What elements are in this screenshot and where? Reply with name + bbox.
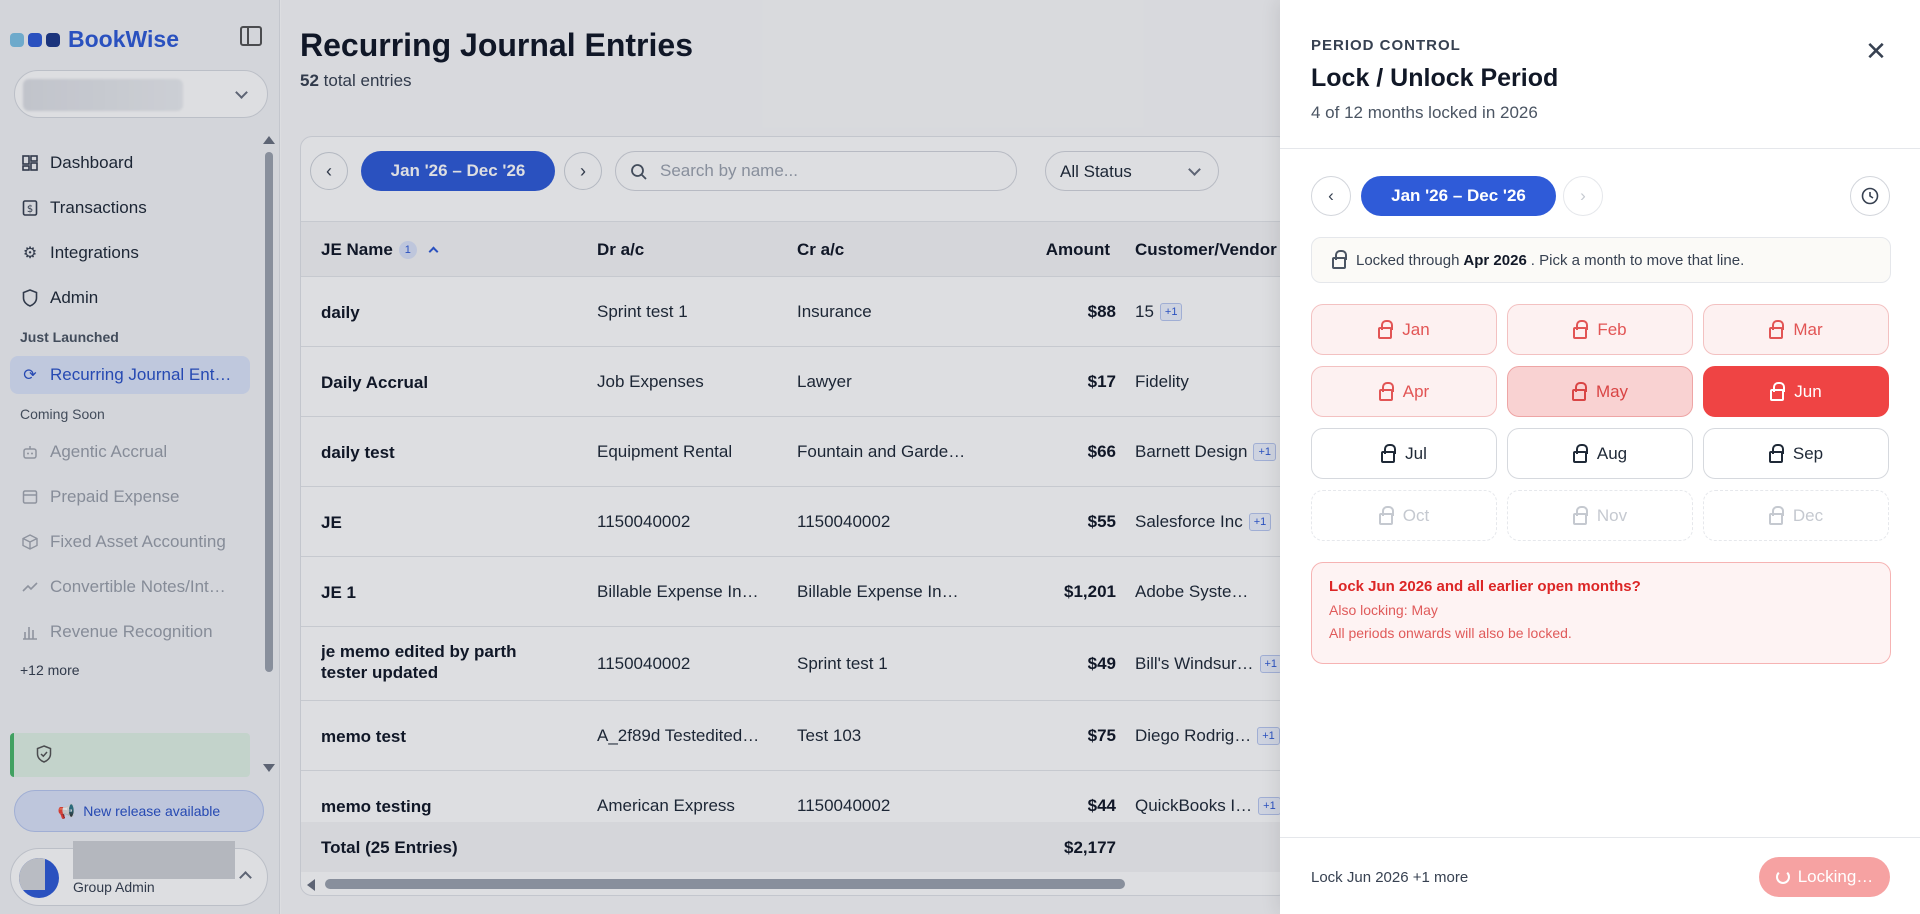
lock-icon — [1768, 505, 1784, 525]
clock-icon — [1861, 187, 1879, 205]
spinner-icon — [1775, 870, 1790, 884]
month-label: Sep — [1792, 443, 1824, 463]
chevron-left-icon: ‹ — [1328, 186, 1334, 205]
month-label: Oct — [1402, 505, 1430, 525]
lock-icon — [1770, 381, 1786, 401]
month-label: Apr — [1402, 381, 1430, 401]
locked-suffix: . Pick a month to move that line. — [1530, 251, 1745, 269]
panel-subtitle: 4 of 12 months locked in 2026 — [1311, 103, 1538, 122]
lock-icon — [1573, 319, 1589, 339]
period-control-panel: PERIOD CONTROL Lock / Unlock Period 4 of… — [1280, 0, 1920, 914]
lock-icon — [1378, 381, 1394, 401]
divider — [1280, 837, 1920, 838]
month-jan[interactable]: Jan — [1311, 304, 1497, 355]
month-jul[interactable]: Jul — [1311, 428, 1497, 479]
month-label: Jul — [1405, 443, 1427, 463]
month-label: Mar — [1793, 319, 1823, 339]
panel-date-range-pill[interactable]: Jan '26 – Dec '26 — [1361, 176, 1556, 216]
lock-warning: Lock Jun 2026 and all earlier open month… — [1311, 562, 1891, 664]
month-label: May — [1595, 381, 1629, 401]
lock-icon — [1381, 443, 1397, 463]
lock-icon — [1572, 443, 1588, 463]
panel-prev-button[interactable]: ‹ — [1311, 176, 1351, 216]
month-label: Aug — [1596, 443, 1628, 463]
lock-icon — [1378, 505, 1394, 525]
chevron-right-icon: › — [1580, 186, 1586, 205]
lock-icon — [1768, 443, 1784, 463]
close-icon[interactable]: ✕ — [1863, 38, 1889, 64]
month-apr[interactable]: Apr — [1311, 366, 1497, 417]
warning-onwards: All periods onwards will also be locked. — [1329, 625, 1572, 641]
locked-month: Apr 2026 — [1463, 251, 1527, 269]
month-label: Jun — [1794, 381, 1822, 401]
month-label: Feb — [1597, 319, 1627, 339]
warning-also-locking: Also locking: May — [1329, 602, 1438, 618]
month-label: Jan — [1402, 319, 1430, 339]
panel-next-button[interactable]: › — [1563, 176, 1603, 216]
locking-label: Locking… — [1797, 867, 1874, 886]
month-oct: Oct — [1311, 490, 1497, 541]
lock-icon — [1572, 505, 1588, 525]
locking-button[interactable]: Locking… — [1759, 857, 1890, 897]
month-feb[interactable]: Feb — [1507, 304, 1693, 355]
panel-title: Lock / Unlock Period — [1311, 64, 1559, 92]
history-button[interactable] — [1850, 176, 1890, 216]
lock-icon — [1332, 250, 1347, 269]
lock-icon — [1769, 319, 1785, 339]
month-may[interactable]: May — [1507, 366, 1693, 417]
month-dec: Dec — [1703, 490, 1889, 541]
lock-icon — [1378, 319, 1394, 339]
month-label: Nov — [1596, 505, 1628, 525]
footer-summary: Lock Jun 2026 +1 more — [1311, 869, 1469, 886]
warning-title: Lock Jun 2026 and all earlier open month… — [1329, 578, 1641, 595]
month-nov: Nov — [1507, 490, 1693, 541]
month-jun[interactable]: Jun — [1703, 366, 1889, 417]
month-aug[interactable]: Aug — [1507, 428, 1693, 479]
month-label: Dec — [1792, 505, 1824, 525]
month-sep[interactable]: Sep — [1703, 428, 1889, 479]
panel-eyebrow: PERIOD CONTROL — [1311, 37, 1461, 54]
modal-backdrop[interactable] — [0, 0, 1280, 914]
locked-prefix: Locked through — [1356, 251, 1460, 269]
locked-through-info: Locked through Apr 2026 . Pick a month t… — [1311, 237, 1891, 283]
month-mar[interactable]: Mar — [1703, 304, 1889, 355]
lock-icon — [1571, 381, 1587, 401]
divider — [1280, 148, 1920, 149]
